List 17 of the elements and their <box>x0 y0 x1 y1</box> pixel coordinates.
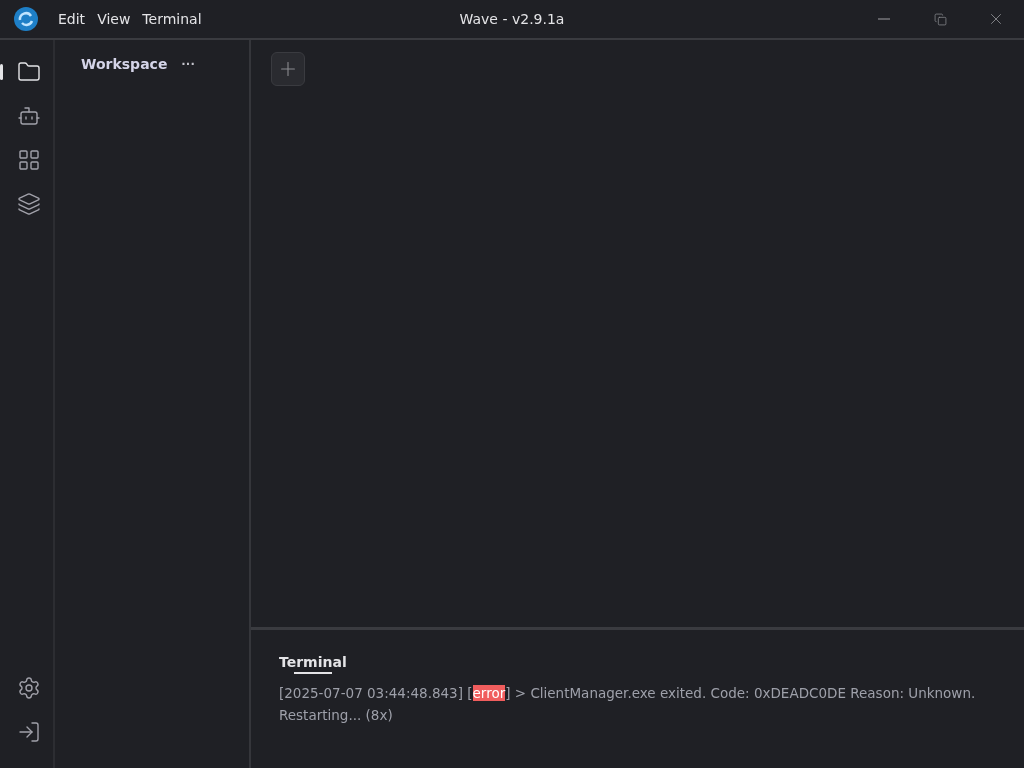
add-button[interactable] <box>271 52 305 86</box>
restore-icon <box>933 12 947 26</box>
settings-icon <box>17 676 41 700</box>
window-title: Wave - v2.9.1a <box>459 11 565 27</box>
layers-icon <box>17 192 41 216</box>
logo-icon <box>13 6 39 32</box>
workspace-title: Workspace <box>81 56 168 72</box>
exit-icon <box>17 720 41 744</box>
panel-tab[interactable]: Terminal <box>279 654 347 674</box>
menu-item[interactable]: Terminal <box>136 11 208 27</box>
menu-item[interactable]: Edit <box>52 11 92 27</box>
folder-icon <box>17 60 41 84</box>
robot-icon <box>17 104 41 128</box>
more-button[interactable]: ··· <box>179 56 198 72</box>
menu-item[interactable]: View <box>91 11 137 27</box>
minimize-icon <box>878 18 890 20</box>
grid-icon <box>17 148 41 172</box>
